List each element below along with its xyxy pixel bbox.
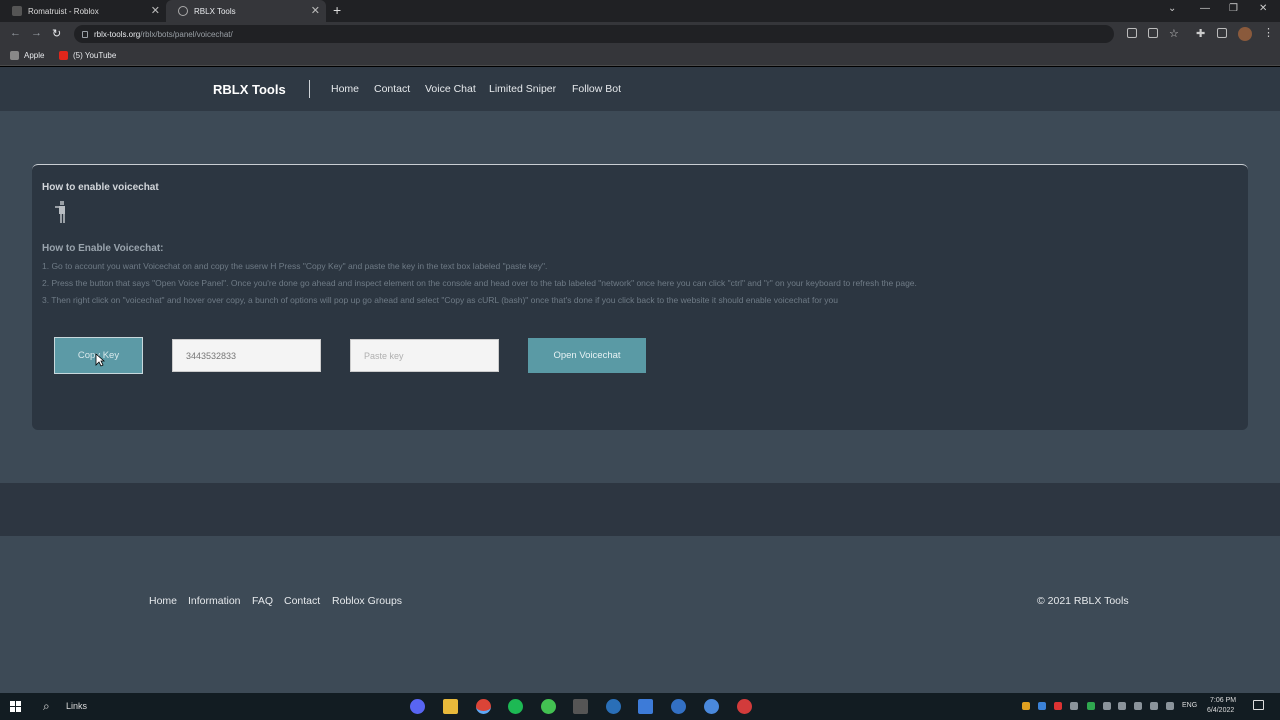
tray-app-icon[interactable] <box>1022 702 1030 710</box>
globe-favicon-icon <box>178 6 188 16</box>
reload-icon[interactable]: ↻ <box>52 27 61 40</box>
tray-app-icon[interactable] <box>1118 702 1126 710</box>
back-icon[interactable]: ← <box>10 27 21 39</box>
taskbar-search-label[interactable]: Links <box>66 701 87 711</box>
user-id-input[interactable] <box>172 339 321 372</box>
footer-band <box>0 483 1280 536</box>
footer-link-home[interactable]: Home <box>149 595 177 607</box>
url-field[interactable]: rblx-tools.org/rblx/bots/panel/voicechat… <box>74 25 1114 43</box>
razer-icon[interactable] <box>541 699 556 714</box>
roblox-favicon-icon <box>12 6 22 16</box>
url-path: /rblx/bots/panel/voicechat/ <box>140 29 233 39</box>
footer-link-information[interactable]: Information <box>188 595 241 607</box>
steam-icon[interactable] <box>606 699 621 714</box>
notifications-icon[interactable] <box>1253 700 1264 710</box>
footer-link-contact[interactable]: Contact <box>284 595 320 607</box>
paste-key-input[interactable] <box>350 339 499 372</box>
maximize-icon[interactable]: ❐ <box>1229 3 1238 14</box>
card-title: How to enable voicechat <box>42 182 159 193</box>
discord-icon[interactable] <box>410 699 425 714</box>
instruction-step-3: 3. Then right click on "voicechat" and h… <box>42 295 838 305</box>
instructions-heading: How to Enable Voicechat: <box>42 243 164 254</box>
extensions-icon[interactable]: ✚ <box>1196 27 1205 40</box>
bookmark-label: Apple <box>24 51 45 60</box>
profile-avatar[interactable] <box>1238 27 1252 41</box>
copyright-text: © 2021 RBLX Tools <box>1037 595 1129 607</box>
tab-title: Romatruist - Roblox <box>28 6 99 16</box>
keyboard-app-icon[interactable] <box>573 699 588 714</box>
side-panel-icon[interactable] <box>1217 28 1227 38</box>
footer-link-faq[interactable]: FAQ <box>252 595 273 607</box>
network-icon[interactable] <box>1166 702 1174 710</box>
voicechat-card: How to enable voicechat How to Enable Vo… <box>32 164 1248 430</box>
bookmark-label: (5) YouTube <box>73 51 117 60</box>
page-content: RBLX Tools Home Contact Voice Chat Limit… <box>0 67 1280 693</box>
site-footer: Home Information FAQ Contact Roblox Grou… <box>0 536 1280 693</box>
search-icon[interactable]: ⌕ <box>43 699 50 714</box>
footer-link-roblox-groups[interactable]: Roblox Groups <box>332 595 402 607</box>
youtube-icon <box>59 51 68 60</box>
bookmark-youtube[interactable]: (5) YouTube <box>59 51 116 60</box>
tab-search-icon[interactable]: ⌄ <box>1168 3 1176 14</box>
bookmark-apple[interactable]: Apple <box>10 51 44 60</box>
windows-taskbar: ⌕ Links ENG 7:06 PM 6/4/2022 <box>0 693 1280 720</box>
volume-icon[interactable] <box>1150 702 1158 710</box>
save-page-icon[interactable] <box>1127 28 1137 38</box>
apple-icon <box>10 51 19 60</box>
bookmark-star-icon[interactable]: ☆ <box>1169 27 1179 40</box>
tray-app-icon[interactable] <box>1070 702 1078 710</box>
instruction-step-2: 2. Press the button that says "Open Voic… <box>42 278 917 288</box>
windows-start-icon[interactable] <box>10 701 21 712</box>
minimize-icon[interactable]: — <box>1200 3 1210 14</box>
browser-titlebar: Romatruist - Roblox ✕ RBLX Tools ✕ + ⌄ —… <box>0 0 1280 22</box>
open-voicechat-button[interactable]: Open Voicechat <box>528 338 646 373</box>
vpn-app-icon[interactable] <box>671 699 686 714</box>
bookmarks-bar: Apple (5) YouTube <box>0 46 1280 66</box>
instruction-step-1: 1. Go to account you want Voicechat on a… <box>42 261 548 271</box>
clock-time[interactable]: 7:06 PM <box>1210 697 1236 704</box>
brand-logo[interactable]: RBLX Tools <box>213 82 286 97</box>
new-tab-button[interactable]: + <box>333 2 341 18</box>
address-bar-row: ← → ↻ rblx-tools.org/rblx/bots/panel/voi… <box>0 22 1280 46</box>
mouse-cursor-icon <box>95 353 105 367</box>
language-indicator[interactable]: ENG <box>1182 702 1197 709</box>
tray-app-icon[interactable] <box>1054 702 1062 710</box>
nav-voice-chat[interactable]: Voice Chat <box>425 83 476 95</box>
nav-contact[interactable]: Contact <box>374 83 410 95</box>
browser-app-icon[interactable] <box>704 699 719 714</box>
tab-rblx-tools[interactable]: RBLX Tools ✕ <box>166 0 326 22</box>
nav-home[interactable]: Home <box>331 83 359 95</box>
recording-app-icon[interactable] <box>737 699 752 714</box>
tray-app-icon[interactable] <box>1038 702 1046 710</box>
nav-follow-bot[interactable]: Follow Bot <box>572 83 621 95</box>
spotify-icon[interactable] <box>508 699 523 714</box>
chrome-icon[interactable] <box>476 699 491 714</box>
close-tab-icon[interactable]: ✕ <box>311 4 320 17</box>
site-navbar: RBLX Tools Home Contact Voice Chat Limit… <box>0 67 1280 111</box>
nav-divider <box>309 80 310 98</box>
tab-roblox[interactable]: Romatruist - Roblox ✕ <box>0 0 166 22</box>
character-image <box>55 201 65 223</box>
share-icon[interactable] <box>1148 28 1158 38</box>
lock-icon <box>82 30 88 38</box>
forward-icon[interactable]: → <box>31 27 42 39</box>
close-window-icon[interactable]: ✕ <box>1259 3 1267 14</box>
nav-limited-sniper[interactable]: Limited Sniper <box>489 83 556 95</box>
tray-app-icon[interactable] <box>1087 702 1095 710</box>
microphone-icon[interactable] <box>1134 702 1142 710</box>
editor-app-icon[interactable] <box>638 699 653 714</box>
chrome-menu-icon[interactable]: ⋮ <box>1263 26 1274 39</box>
bluetooth-icon[interactable] <box>1103 702 1111 710</box>
url-host: rblx-tools.org <box>94 29 141 39</box>
clock-date[interactable]: 6/4/2022 <box>1207 707 1234 714</box>
close-tab-icon[interactable]: ✕ <box>151 4 160 17</box>
file-explorer-icon[interactable] <box>443 699 458 714</box>
tab-title: RBLX Tools <box>194 6 236 16</box>
